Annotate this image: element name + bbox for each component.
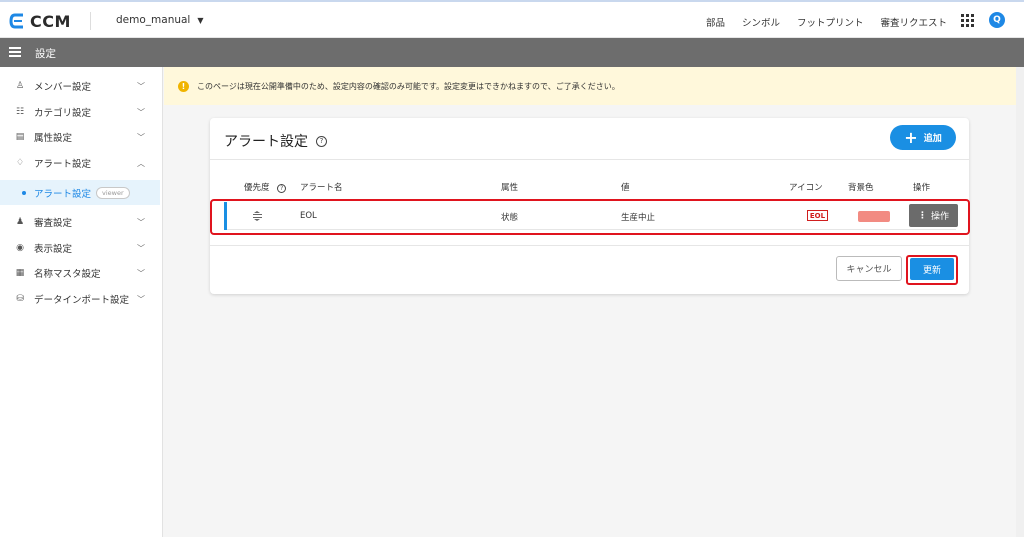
sidebar-item-review[interactable]: ♟ 審査設定 ﹀: [0, 213, 163, 231]
caret-down-icon: ▼: [197, 15, 204, 25]
col-priority-label: 優先度: [244, 183, 270, 193]
nav-review-requests[interactable]: 審査リクエスト: [880, 15, 947, 29]
chevron-down-icon: ﹀: [137, 107, 145, 117]
update-highlight-annotation: [906, 255, 958, 285]
database-icon: ⛁: [16, 294, 24, 304]
main-nav: 部品 シンボル フットプリント 審査リクエスト: [706, 15, 947, 29]
sidebar-item-label: メンバー設定: [34, 82, 92, 93]
warning-icon: !: [178, 80, 189, 92]
project-name: demo_manual: [116, 14, 191, 26]
nav-parts[interactable]: 部品: [706, 15, 725, 29]
notice-banner: ! このページは現在公開準備中のため、設定内容の確認のみ可能です。設定変更はでき…: [164, 67, 1024, 105]
sidebar-item-label: データインポート設定: [34, 295, 130, 306]
top-header: CCM demo_manual ▼ 部品 シンボル フットプリント 審査リクエス…: [0, 0, 1024, 38]
settings-bar: 設定: [0, 38, 1024, 67]
settings-sidebar: ♙ メンバー設定 ﹀ ☷ カテゴリ設定 ﹀ ▤ 属性設定 ﹀ ♢ アラート設定 …: [0, 67, 163, 537]
sidebar-item-label: 表示設定: [34, 244, 73, 255]
hamburger-menu-icon[interactable]: [9, 47, 21, 57]
chevron-up-icon: ︿: [137, 158, 145, 168]
add-button-label: 追加: [923, 134, 942, 144]
add-button[interactable]: + 追加: [890, 125, 956, 150]
sidebar-item-members[interactable]: ♙ メンバー設定 ﹀: [0, 77, 163, 95]
nav-symbols[interactable]: シンボル: [742, 15, 780, 29]
sidebar-item-name-master[interactable]: ▦ 名称マスタ設定 ﹀: [0, 264, 163, 282]
col-bgcolor: 背景色: [848, 183, 874, 193]
user-icon: ♙: [15, 81, 25, 91]
chevron-down-icon: ﹀: [137, 217, 145, 227]
sidebar-item-data-import[interactable]: ⛁ データインポート設定 ﹀: [0, 290, 163, 308]
sidebar-subitem-label: アラート設定: [34, 188, 92, 200]
chevron-down-icon: ﹀: [137, 81, 145, 91]
document-icon: ▤: [15, 132, 25, 142]
sidebar-item-label: アラート設定: [34, 159, 92, 170]
chevron-down-icon: ﹀: [137, 243, 145, 253]
row-highlight-annotation: [210, 199, 970, 235]
list-icon: ☷: [15, 107, 25, 117]
plus-icon: +: [904, 127, 918, 147]
chevron-down-icon: ﹀: [137, 294, 145, 304]
sidebar-item-display[interactable]: ◉ 表示設定 ﹀: [0, 239, 163, 257]
col-action: 操作: [913, 183, 931, 193]
project-selector[interactable]: demo_manual ▼: [116, 14, 204, 26]
help-icon[interactable]: ?: [316, 135, 327, 147]
header-divider: [90, 12, 91, 30]
col-value: 値: [621, 183, 630, 193]
sidebar-item-attributes[interactable]: ▤ 属性設定 ﹀: [0, 128, 163, 146]
apps-grid-icon[interactable]: [961, 14, 974, 27]
sidebar-item-alerts[interactable]: ♢ アラート設定 ︿: [0, 154, 163, 172]
bell-icon: ♢: [15, 158, 25, 168]
page-title: 設定: [35, 48, 56, 60]
help-icon[interactable]: ?: [277, 184, 287, 193]
col-attribute: 属性: [501, 183, 519, 193]
col-name: アラート名: [300, 183, 343, 193]
stamp-icon: ♟: [15, 217, 25, 227]
eye-icon: ◉: [16, 243, 24, 253]
app-name: CCM: [30, 11, 71, 31]
chevron-down-icon: ﹀: [137, 268, 145, 278]
col-icon: アイコン: [789, 183, 823, 193]
notice-text: このページは現在公開準備中のため、設定内容の確認のみ可能です。設定変更はできかね…: [197, 81, 620, 91]
divider: [210, 245, 969, 246]
sidebar-item-label: 属性設定: [34, 133, 73, 144]
sidebar-item-label: 審査設定: [34, 218, 73, 229]
active-dot: [22, 190, 26, 195]
card-title: アラート設定 ?: [224, 131, 327, 151]
page-scrollbar[interactable]: [1016, 67, 1024, 537]
sidebar-item-label: 名称マスタ設定: [34, 269, 101, 280]
chevron-down-icon: ﹀: [137, 132, 145, 142]
viewer-badge: viewer: [96, 186, 130, 199]
sidebar-item-categories[interactable]: ☷ カテゴリ設定 ﹀: [0, 103, 163, 121]
cancel-button[interactable]: キャンセル: [836, 256, 902, 281]
divider: [210, 159, 969, 160]
col-priority: 優先度 ?: [244, 181, 287, 193]
sidebar-item-label: カテゴリ設定: [34, 108, 92, 119]
ccm-logo[interactable]: CCM: [9, 11, 71, 31]
table-icon: ▦: [15, 268, 25, 278]
sidebar-subitem-alert-settings[interactable]: アラート設定 viewer: [0, 180, 160, 205]
card-title-text: アラート設定: [224, 134, 308, 150]
nav-footprints[interactable]: フットプリント: [797, 15, 864, 29]
user-avatar[interactable]: Q: [989, 12, 1005, 28]
ccm-logo-icon: [9, 13, 23, 29]
